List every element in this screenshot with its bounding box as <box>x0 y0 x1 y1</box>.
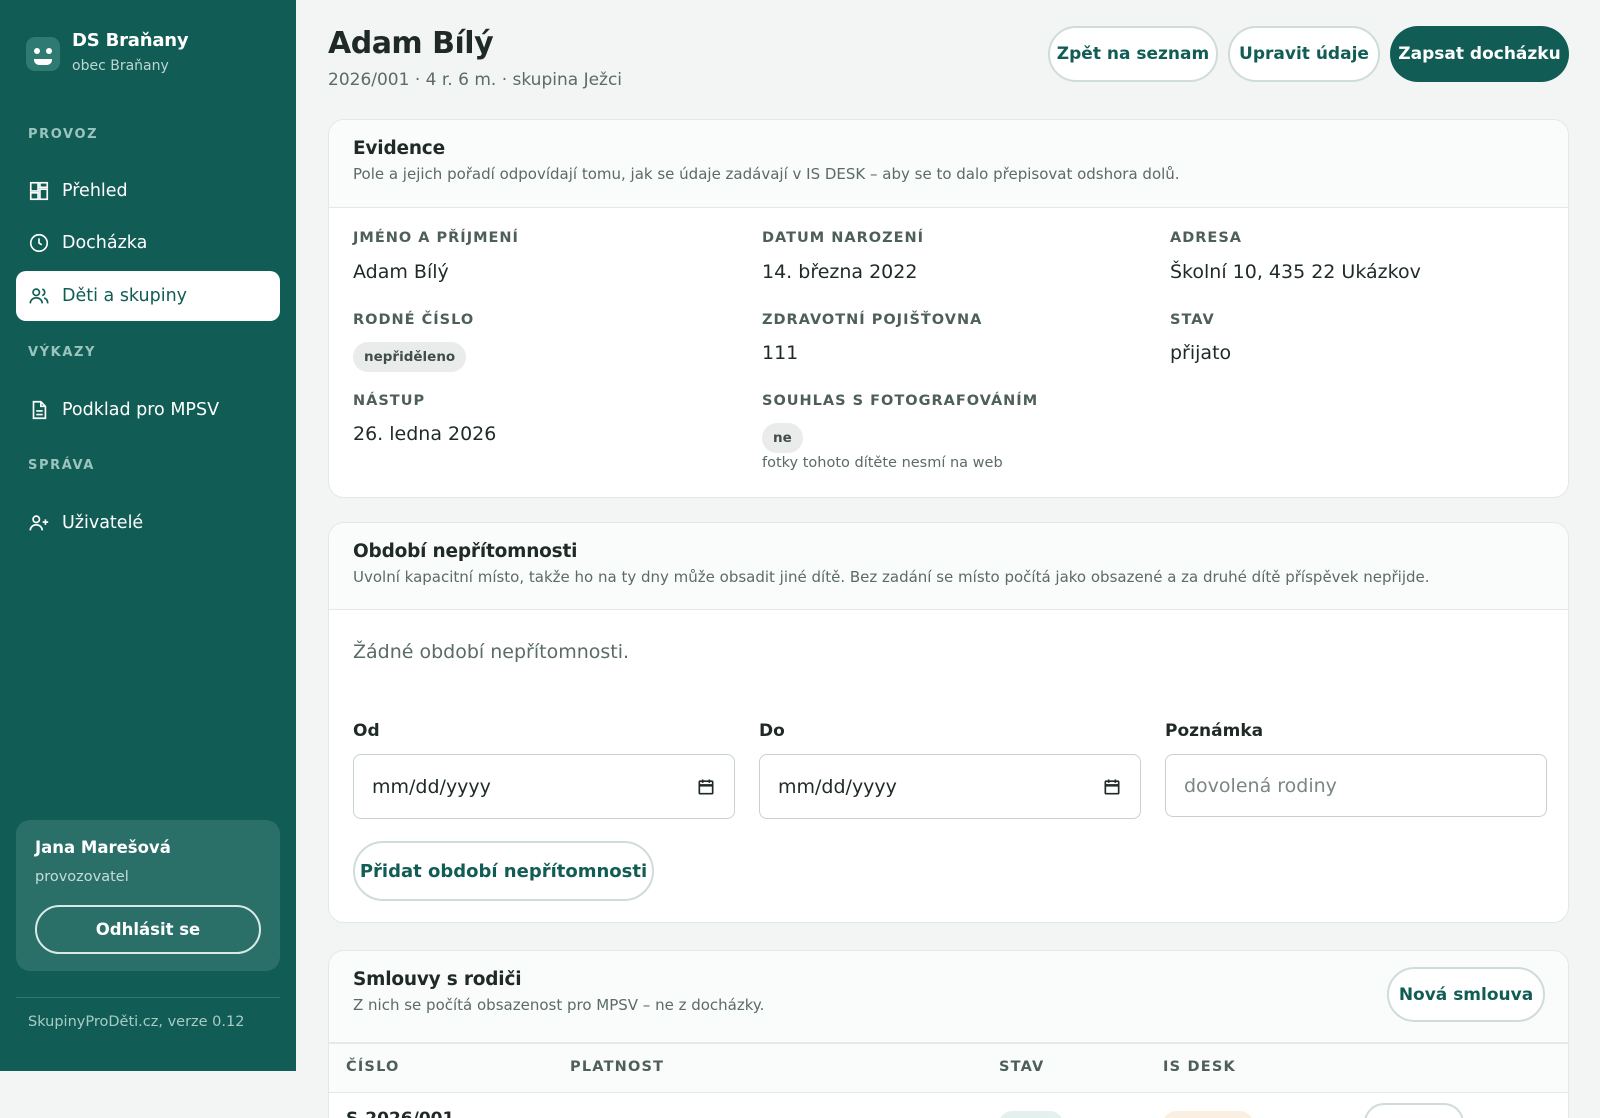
field-label-start: NÁSTUP <box>353 393 426 409</box>
contracts-card-header: Smlouvy s rodiči Z nich se počítá obsaze… <box>329 951 1568 1043</box>
note-label: Poznámka <box>1165 721 1264 741</box>
sidebar-item-label: Přehled <box>62 181 128 201</box>
user-card: Jana Marešová provozovatel Odhlásit se <box>16 820 280 971</box>
page-title: Adam Bílý <box>328 26 494 61</box>
new-contract-button[interactable]: Nová smlouva <box>1387 967 1545 1022</box>
note-placeholder: dovolená rodiny <box>1184 774 1337 797</box>
sidebar-item-podklad-mpsv[interactable]: Podklad pro MPSV <box>16 385 280 435</box>
absence-description: Uvolní kapacitní místo, takže ho na ty d… <box>353 568 1430 586</box>
evidence-card: Evidence Pole a jejich pořadí odpovídají… <box>328 119 1569 498</box>
column-header-status[interactable]: STAV <box>999 1059 1044 1075</box>
to-date-input[interactable]: mm/dd/yyyy <box>759 754 1141 819</box>
edit-details-button[interactable]: Upravit údaje <box>1228 26 1380 82</box>
logout-button[interactable]: Odhlásit se <box>35 905 261 954</box>
field-value-start: 26. ledna 2026 <box>353 423 497 445</box>
field-label-birth-number: RODNÉ ČÍSLO <box>353 312 475 328</box>
sidebar-item-label: Podklad pro MPSV <box>62 400 220 420</box>
evidence-card-header: Evidence Pole a jejich pořadí odpovídají… <box>329 120 1568 208</box>
logo-icon <box>26 37 60 71</box>
brand-name: DS Braňany <box>72 30 189 51</box>
brand[interactable]: DS Braňany obec Braňany <box>26 30 189 74</box>
contract-number: S-2026/001 <box>346 1109 454 1118</box>
field-label-address: ADRESA <box>1170 230 1242 246</box>
sidebar-divider <box>16 997 280 998</box>
sidebar-item-label: Docházka <box>62 233 148 253</box>
field-label-photo-consent: SOUHLAS S FOTOGRAFOVÁNÍM <box>762 393 1039 409</box>
absence-card: Období nepřítomnosti Uvolní kapacitní mí… <box>328 522 1569 923</box>
brand-subtitle: obec Braňany <box>72 58 169 74</box>
clock-icon <box>29 233 49 253</box>
to-date-value: mm/dd/yyyy <box>778 775 897 798</box>
contracts-description: Z nich se počítá obsazenost pro MPSV – n… <box>353 996 765 1014</box>
field-label-status: STAV <box>1170 312 1215 328</box>
field-value-status: přijato <box>1170 342 1232 364</box>
user-plus-icon <box>29 515 49 531</box>
field-value-insurance: 111 <box>762 342 799 364</box>
sidebar-item-deti-a-skupiny[interactable]: Děti a skupiny <box>16 271 280 321</box>
dashboard-icon <box>29 181 49 201</box>
evidence-title: Evidence <box>353 138 445 159</box>
birth-number-badge: nepřiděleno <box>353 342 467 372</box>
absence-card-header: Období nepřítomnosti Uvolní kapacitní mí… <box>329 523 1568 610</box>
status-badge <box>999 1111 1063 1118</box>
from-date-input[interactable]: mm/dd/yyyy <box>353 754 735 819</box>
from-date-label: Od <box>353 721 380 741</box>
document-icon <box>32 400 47 420</box>
add-absence-button[interactable]: Přidat období nepřítomnosti <box>353 841 654 901</box>
to-date-label: Do <box>759 721 785 741</box>
row-action-button[interactable] <box>1364 1103 1464 1118</box>
absence-title: Období nepřítomnosti <box>353 541 578 562</box>
sidebar-item-label: Uživatelé <box>62 513 144 533</box>
column-header-number[interactable]: ČÍSLO <box>346 1059 400 1075</box>
user-name: Jana Marešová <box>35 838 171 857</box>
field-label-name: JMÉNO A PŘÍJMENÍ <box>353 230 519 246</box>
absence-empty-message: Žádné období nepřítomnosti. <box>353 641 630 663</box>
page-subtitle: 2026/001 · 4 r. 6 m. · skupina Ježci <box>328 70 623 90</box>
back-to-list-button[interactable]: Zpět na seznam <box>1048 26 1218 82</box>
calendar-icon[interactable] <box>696 777 716 797</box>
sidebar-item-dochazka[interactable]: Docházka <box>16 218 280 268</box>
nav-section-provoz: PROVOZ <box>28 127 99 142</box>
calendar-icon[interactable] <box>1102 777 1122 797</box>
field-value-address: Školní 10, 435 22 Ukázkov <box>1170 261 1421 283</box>
evidence-description: Pole a jejich pořadí odpovídají tomu, ja… <box>353 165 1180 183</box>
contracts-title: Smlouvy s rodiči <box>353 969 522 990</box>
sidebar-item-uzivatele[interactable]: Uživatelé <box>16 498 280 548</box>
user-role: provozovatel <box>35 869 129 885</box>
sidebar: DS Braňany obec Braňany PROVOZ Přehled D… <box>0 0 296 1071</box>
from-date-value: mm/dd/yyyy <box>372 775 491 798</box>
field-label-birth: DATUM NAROZENÍ <box>762 230 925 246</box>
is-desk-badge <box>1163 1111 1253 1118</box>
app-version: SkupinyProDěti.cz, verze 0.12 <box>28 1014 245 1030</box>
field-value-birth: 14. března 2022 <box>762 261 918 283</box>
sidebar-item-prehled[interactable]: Přehled <box>16 166 280 216</box>
field-value-name: Adam Bílý <box>353 261 449 283</box>
users-icon <box>29 288 49 304</box>
field-label-insurance: ZDRAVOTNÍ POJIŠŤOVNA <box>762 312 983 328</box>
nav-section-sprava: SPRÁVA <box>28 458 95 473</box>
record-attendance-button[interactable]: Zapsat docházku <box>1390 26 1569 82</box>
photo-consent-badge: ne <box>762 423 803 453</box>
nav-section-vykazy: VÝKAZY <box>28 345 97 360</box>
sidebar-item-label: Děti a skupiny <box>62 286 188 306</box>
note-input[interactable]: dovolená rodiny <box>1165 754 1547 817</box>
photo-consent-note: fotky tohoto dítěte nesmí na web <box>762 455 1003 471</box>
contracts-card: Smlouvy s rodiči Z nich se počítá obsaze… <box>328 950 1569 1118</box>
column-header-validity[interactable]: PLATNOST <box>570 1059 664 1075</box>
contracts-table-header: ČÍSLO PLATNOST STAV IS DESK <box>329 1043 1568 1093</box>
column-header-is-desk[interactable]: IS DESK <box>1163 1059 1236 1075</box>
